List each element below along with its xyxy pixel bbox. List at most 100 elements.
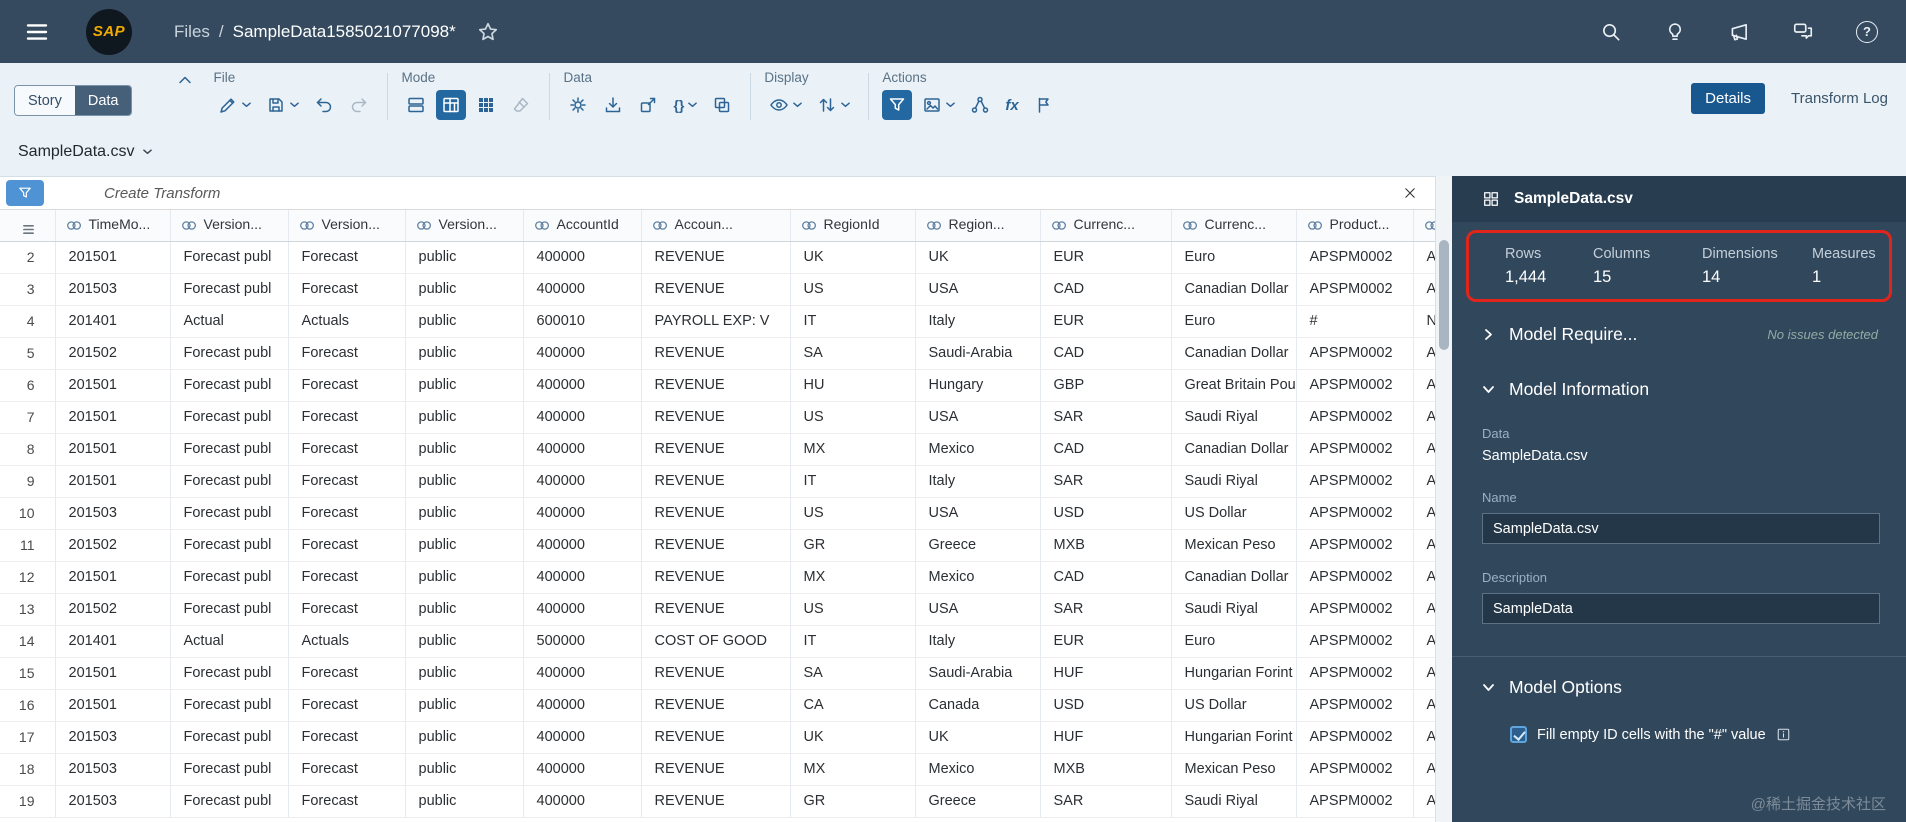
- table-cell[interactable]: #: [1296, 305, 1414, 338]
- table-cell[interactable]: 400000: [523, 465, 642, 498]
- table-cell[interactable]: USD: [1040, 689, 1172, 722]
- table-cell[interactable]: 201502: [55, 337, 171, 370]
- table-cell[interactable]: Forecast: [288, 337, 406, 370]
- column-header[interactable]: Currenc...: [1040, 210, 1172, 242]
- table-cell[interactable]: Italy: [915, 625, 1041, 658]
- table-cell[interactable]: Canadian Dollar: [1171, 561, 1297, 594]
- table-cell[interactable]: 400000: [523, 753, 642, 786]
- table-cell[interactable]: 400000: [523, 497, 642, 530]
- table-cell[interactable]: A: [1413, 753, 1435, 786]
- table-cell[interactable]: APSPM0002: [1296, 497, 1414, 530]
- table-cell[interactable]: A: [1413, 689, 1435, 722]
- table-cell[interactable]: SA: [790, 337, 916, 370]
- table-cell[interactable]: public: [405, 529, 524, 562]
- story-tab[interactable]: Story: [15, 86, 75, 115]
- table-cell[interactable]: 201502: [55, 529, 171, 562]
- table-cell[interactable]: REVENUE: [641, 273, 791, 306]
- table-cell[interactable]: Greece: [915, 785, 1041, 818]
- table-cell[interactable]: Forecast publ: [170, 529, 289, 562]
- model-requirements-section[interactable]: Model Require... No issues detected: [1452, 324, 1906, 345]
- table-cell[interactable]: REVENUE: [641, 433, 791, 466]
- table-cell[interactable]: SAR: [1040, 465, 1172, 498]
- table-cell[interactable]: 201501: [55, 241, 171, 274]
- favorite-star-icon[interactable]: [475, 19, 501, 45]
- table-cell[interactable]: Euro: [1171, 305, 1297, 338]
- semantic-flag-icon[interactable]: [1029, 90, 1059, 120]
- table-cell[interactable]: Forecast: [288, 753, 406, 786]
- table-cell[interactable]: public: [405, 305, 524, 338]
- row-number[interactable]: 10: [0, 497, 56, 530]
- table-cell[interactable]: 400000: [523, 241, 642, 274]
- row-number-header[interactable]: [0, 210, 56, 242]
- table-cell[interactable]: 201501: [55, 401, 171, 434]
- table-cell[interactable]: Canadian Dollar: [1171, 433, 1297, 466]
- chevron-right-icon[interactable]: [1482, 328, 1495, 341]
- table-cell[interactable]: MXB: [1040, 529, 1172, 562]
- details-button[interactable]: Details: [1691, 83, 1766, 114]
- table-cell[interactable]: 201502: [55, 593, 171, 626]
- table-cell[interactable]: Forecast publ: [170, 721, 289, 754]
- table-cell[interactable]: Greece: [915, 529, 1041, 562]
- table-cell[interactable]: USA: [915, 497, 1041, 530]
- table-cell[interactable]: Forecast publ: [170, 689, 289, 722]
- row-number[interactable]: 14: [0, 625, 56, 658]
- table-cell[interactable]: Forecast publ: [170, 497, 289, 530]
- table-cell[interactable]: Actual: [170, 305, 289, 338]
- table-cell[interactable]: EUR: [1040, 625, 1172, 658]
- table-cell[interactable]: public: [405, 465, 524, 498]
- row-number[interactable]: 16: [0, 689, 56, 722]
- table-cell[interactable]: A: [1413, 785, 1435, 818]
- table-cell[interactable]: Mexico: [915, 561, 1041, 594]
- table-cell[interactable]: IT: [790, 305, 916, 338]
- table-cell[interactable]: GBP: [1040, 369, 1172, 402]
- table-cell[interactable]: Forecast publ: [170, 465, 289, 498]
- table-cell[interactable]: 201501: [55, 369, 171, 402]
- model-information-section[interactable]: Model Information: [1452, 379, 1906, 400]
- table-cell[interactable]: A: [1413, 561, 1435, 594]
- table-cell[interactable]: MX: [790, 753, 916, 786]
- column-header[interactable]: Version...: [170, 210, 289, 242]
- table-cell[interactable]: Mexico: [915, 753, 1041, 786]
- row-number[interactable]: 8: [0, 433, 56, 466]
- table-cell[interactable]: PAYROLL EXP: V: [641, 305, 791, 338]
- table-cell[interactable]: public: [405, 433, 524, 466]
- table-cell[interactable]: A: [1413, 401, 1435, 434]
- breadcrumb-files[interactable]: Files: [174, 22, 210, 42]
- chevron-down-icon[interactable]: [1482, 681, 1495, 694]
- table-cell[interactable]: REVENUE: [641, 689, 791, 722]
- fill-empty-checkbox[interactable]: [1510, 726, 1527, 743]
- table-cell[interactable]: 400000: [523, 721, 642, 754]
- table-cell[interactable]: US Dollar: [1171, 689, 1297, 722]
- name-input[interactable]: [1482, 513, 1880, 544]
- column-header[interactable]: TimeMo...: [55, 210, 171, 242]
- column-header[interactable]: [1413, 210, 1435, 242]
- table-cell[interactable]: 201401: [55, 305, 171, 338]
- table-cell[interactable]: A: [1413, 497, 1435, 530]
- table-cell[interactable]: Forecast publ: [170, 273, 289, 306]
- collapse-toolbar-icon[interactable]: [176, 73, 194, 87]
- row-number[interactable]: 18: [0, 753, 56, 786]
- info-icon[interactable]: [1776, 727, 1791, 742]
- column-header[interactable]: Region...: [915, 210, 1041, 242]
- table-cell[interactable]: SAR: [1040, 593, 1172, 626]
- column-header[interactable]: Currenc...: [1171, 210, 1297, 242]
- table-cell[interactable]: 201503: [55, 273, 171, 306]
- table-cell[interactable]: Forecast: [288, 273, 406, 306]
- table-cell[interactable]: APSPM0002: [1296, 593, 1414, 626]
- table-cell[interactable]: US: [790, 497, 916, 530]
- table-cell[interactable]: Forecast: [288, 401, 406, 434]
- table-cell[interactable]: CAD: [1040, 561, 1172, 594]
- table-cell[interactable]: Forecast: [288, 785, 406, 818]
- table-cell[interactable]: Actuals: [288, 305, 406, 338]
- table-cell[interactable]: public: [405, 657, 524, 690]
- table-cell[interactable]: Forecast publ: [170, 753, 289, 786]
- row-number[interactable]: 3: [0, 273, 56, 306]
- row-number[interactable]: 4: [0, 305, 56, 338]
- table-cell[interactable]: Forecast publ: [170, 241, 289, 274]
- help-icon[interactable]: ?: [1854, 19, 1880, 45]
- table-cell[interactable]: Saudi Riyal: [1171, 401, 1297, 434]
- data-actions-icon[interactable]: [563, 90, 593, 120]
- table-cell[interactable]: REVENUE: [641, 657, 791, 690]
- table-cell[interactable]: Forecast: [288, 529, 406, 562]
- table-cell[interactable]: A: [1413, 529, 1435, 562]
